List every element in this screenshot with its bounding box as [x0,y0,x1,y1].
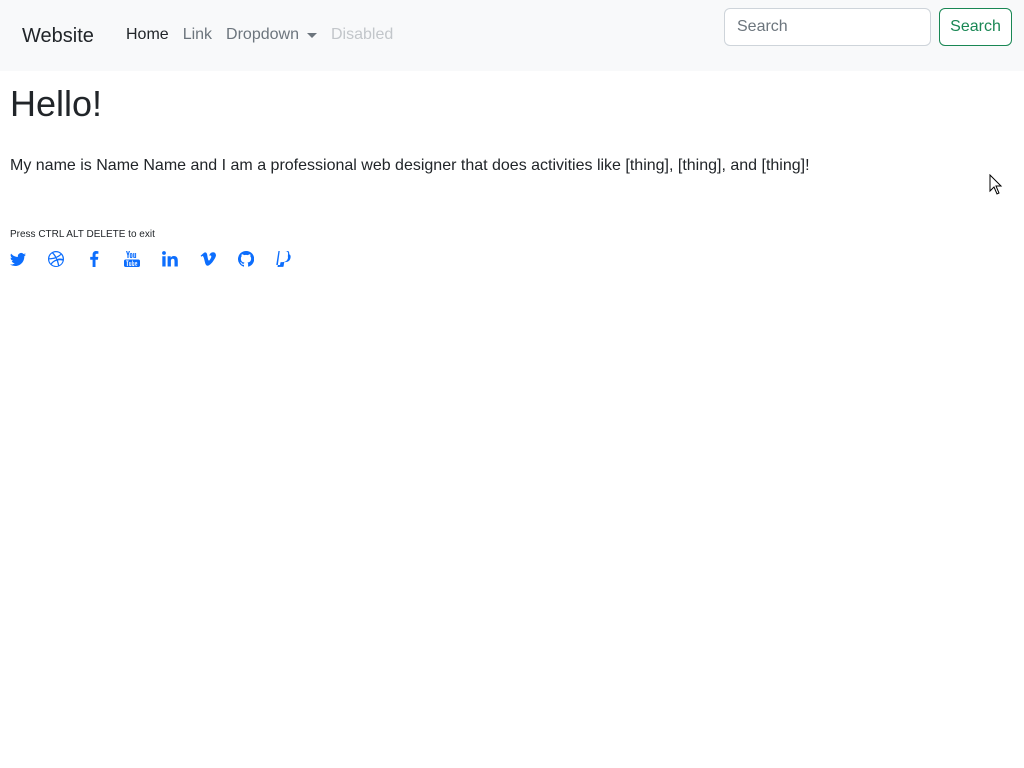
nav-dropdown-label: Dropdown [226,26,299,43]
search-input[interactable] [724,8,931,46]
facebook-icon[interactable] [86,250,102,268]
nav-link-disabled: Disabled [330,26,394,43]
nav-link-link[interactable]: Link [183,24,212,46]
intro-paragraph: My name is Name Name and I am a professi… [10,157,810,174]
brand-link[interactable]: Website [22,22,94,50]
nav-link-home[interactable]: Home [126,24,169,46]
caret-down-icon [306,32,317,38]
navbar: Website Home Link Dropdown Disabled Sear… [0,0,1024,71]
social-links [10,250,314,268]
twitter-icon[interactable] [10,250,26,268]
linkedin-icon[interactable] [162,250,178,268]
paypal-icon[interactable] [276,250,292,268]
exit-note: Press CTRL ALT DELETE to exit [10,229,155,240]
github-icon[interactable] [238,250,254,268]
nav-dropdown-toggle[interactable]: Dropdown [226,24,317,46]
vimeo-icon[interactable] [200,250,216,268]
dribbble-icon[interactable] [48,250,64,268]
youtube-icon[interactable] [124,250,140,268]
page-title: Hello! [10,83,103,124]
mouse-cursor-icon [989,174,1003,195]
search-button[interactable]: Search [939,8,1012,46]
nav-links: Home Link Dropdown Disabled [126,24,407,46]
